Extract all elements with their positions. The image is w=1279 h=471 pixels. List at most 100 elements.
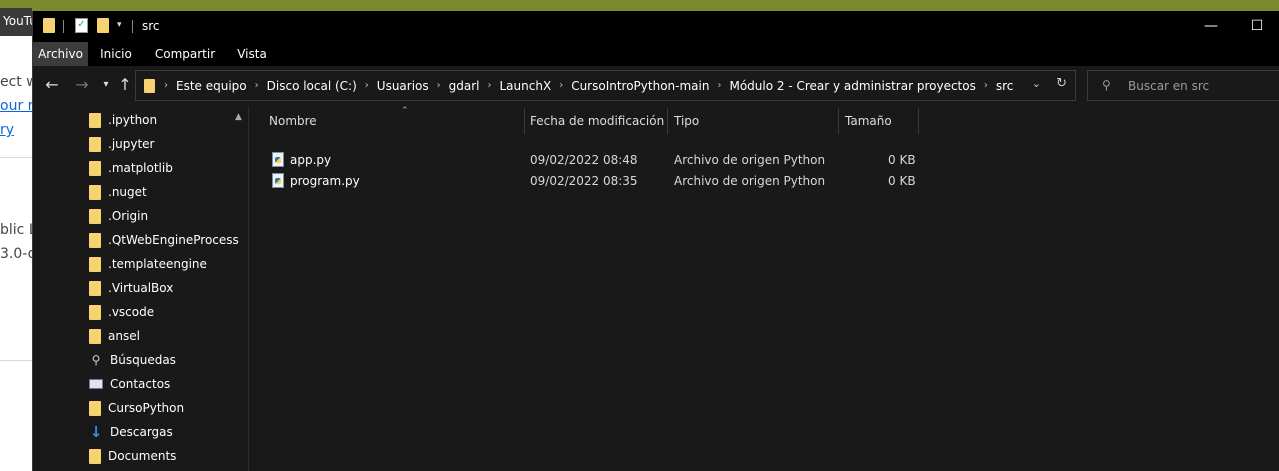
forward-arrow-icon[interactable]: → <box>72 75 92 95</box>
folder-icon <box>89 256 101 272</box>
folder-icon <box>89 304 101 320</box>
nav-item-vscode[interactable]: .vscode <box>89 300 154 324</box>
tab-compartir[interactable]: Compartir <box>153 42 217 66</box>
nav-item-label: .vscode <box>108 305 155 319</box>
title-bar: ✓ ▾ src — ☐ <box>33 11 1279 42</box>
column-header-fecha[interactable]: Fecha de modificación <box>524 108 668 134</box>
navigation-pane: ▲ .ipython .jupyter .matplotlib .nuget .… <box>33 106 249 471</box>
tab-archivo[interactable]: Archivo <box>33 42 88 66</box>
nav-item-label: Búsquedas <box>110 353 176 367</box>
file-type: Archivo de origen Python <box>674 153 826 167</box>
back-arrow-icon[interactable]: ← <box>42 75 62 95</box>
nav-item-label: .templateengine <box>108 257 207 271</box>
folder-icon <box>89 328 101 344</box>
chevron-right-icon[interactable]: › <box>485 80 495 91</box>
maximize-button[interactable]: ☐ <box>1234 11 1279 42</box>
nav-item-documents[interactable]: Documents <box>89 444 176 468</box>
nav-item-label: ansel <box>108 329 140 343</box>
tab-inicio[interactable]: Inicio <box>95 42 137 66</box>
file-type: Archivo de origen Python <box>674 174 826 188</box>
recent-locations-chevron-icon[interactable]: ▾ <box>96 75 116 95</box>
folder-icon <box>89 184 101 200</box>
chevron-right-icon[interactable]: › <box>252 80 262 91</box>
nav-item-label: Descargas <box>110 425 173 439</box>
chevron-right-icon[interactable]: › <box>434 80 444 91</box>
breadcrumb-item[interactable]: Este equipo <box>171 79 252 93</box>
python-file-icon <box>272 173 284 188</box>
column-header-nombre[interactable]: ⌃ Nombre <box>263 106 525 134</box>
nav-item-label: .nuget <box>108 185 147 199</box>
breadcrumb-item[interactable]: Disco local (C:) <box>262 79 362 93</box>
nav-item-jupyter[interactable]: .jupyter <box>89 132 155 156</box>
chevron-right-icon[interactable]: › <box>981 80 991 91</box>
refresh-icon[interactable]: ↻ <box>1056 76 1067 91</box>
folder-icon <box>89 112 101 128</box>
file-modified: 09/02/2022 08:48 <box>530 153 638 167</box>
new-folder-icon[interactable] <box>97 18 109 33</box>
nav-item-label: .VirtualBox <box>108 281 174 295</box>
search-box[interactable]: ⚲ <box>1087 70 1279 101</box>
search-icon: ⚲ <box>91 353 101 367</box>
background-text-line: ect w <box>0 74 32 90</box>
nav-item-qtwebengineprocess[interactable]: .QtWebEngineProcess <box>89 228 239 252</box>
folder-icon <box>144 78 155 93</box>
nav-item-label: .Origin <box>108 209 149 223</box>
address-history-chevron-icon[interactable]: ⌄ <box>1032 77 1041 90</box>
nav-item-virtualbox[interactable]: .VirtualBox <box>89 276 173 300</box>
file-row[interactable]: app.py 09/02/2022 08:48 Archivo de orige… <box>268 150 928 171</box>
python-file-icon <box>272 152 284 167</box>
file-row[interactable]: program.py 09/02/2022 08:35 Archivo de o… <box>268 171 928 192</box>
folder-icon <box>43 18 55 33</box>
file-explorer-window: ✓ ▾ src — ☐ Archivo Inicio Compartir Vis… <box>32 11 1279 471</box>
search-icon: ⚲ <box>1102 78 1111 92</box>
tab-vista[interactable]: Vista <box>233 42 271 66</box>
file-name: app.py <box>290 153 332 167</box>
nav-item-label: CursoPython <box>108 401 185 415</box>
properties-icon[interactable]: ✓ <box>75 18 88 33</box>
nav-item-ansel[interactable]: ansel <box>89 324 140 348</box>
background-link[interactable]: ry <box>0 122 14 138</box>
background-divider <box>0 157 32 158</box>
chevron-right-icon[interactable]: › <box>556 80 566 91</box>
breadcrumb: › Este equipo › Disco local (C:) › Usuar… <box>144 71 1018 100</box>
nav-item-contactos[interactable]: Contactos <box>89 372 170 396</box>
folder-icon <box>89 160 101 176</box>
column-header-tipo[interactable]: Tipo <box>668 108 839 134</box>
breadcrumb-item[interactable]: gdarl <box>444 79 485 93</box>
breadcrumb-item[interactable]: Usuarios <box>372 79 434 93</box>
nav-item-label: Documents <box>108 449 177 463</box>
nav-item-matplotlib[interactable]: .matplotlib <box>89 156 173 180</box>
folder-icon <box>89 208 101 224</box>
breadcrumb-item[interactable]: LaunchX <box>495 79 557 93</box>
address-bar[interactable]: › Este equipo › Disco local (C:) › Usuar… <box>135 70 1076 101</box>
chevron-right-icon[interactable]: › <box>161 80 171 91</box>
contacts-icon <box>89 379 103 389</box>
file-list-pane: ⌃ Nombre Fecha de modificación Tipo Tama… <box>250 106 1279 471</box>
background-text-line: 3.0-or <box>0 246 32 262</box>
nav-item-templateengine[interactable]: .templateengine <box>89 252 207 276</box>
column-header-tamano[interactable]: Tamaño <box>839 108 919 134</box>
up-arrow-icon[interactable]: ↑ <box>115 75 135 95</box>
breadcrumb-item[interactable]: src <box>991 79 1019 93</box>
search-input[interactable] <box>1128 77 1268 95</box>
nav-item-label: Contactos <box>110 377 171 391</box>
breadcrumb-item[interactable]: Módulo 2 - Crear y administrar proyectos <box>724 79 980 93</box>
nav-item-busquedas[interactable]: ⚲ Búsquedas <box>89 348 176 372</box>
minimize-button[interactable]: — <box>1188 11 1234 42</box>
folder-icon <box>89 280 101 296</box>
nav-item-descargas[interactable]: ↓ Descargas <box>89 420 173 444</box>
sort-ascending-icon: ⌃ <box>401 106 409 116</box>
chevron-right-icon[interactable]: › <box>362 80 372 91</box>
background-link[interactable]: our r <box>0 98 32 114</box>
background-window-strip <box>0 0 1279 11</box>
nav-item-ipython[interactable]: .ipython <box>89 108 157 132</box>
chevron-right-icon[interactable]: › <box>714 80 724 91</box>
background-browser-tab[interactable]: YouTu <box>0 8 32 36</box>
nav-item-origin[interactable]: .Origin <box>89 204 148 228</box>
customize-toolbar-chevron-icon[interactable]: ▾ <box>117 20 122 30</box>
nav-item-cursopython[interactable]: CursoPython <box>89 396 184 420</box>
background-page: ect w our r ry blic Li 3.0-or <box>0 36 32 471</box>
breadcrumb-item[interactable]: CursoIntroPython-main <box>566 79 714 93</box>
scroll-up-icon[interactable]: ▲ <box>235 112 242 122</box>
nav-item-nuget[interactable]: .nuget <box>89 180 147 204</box>
